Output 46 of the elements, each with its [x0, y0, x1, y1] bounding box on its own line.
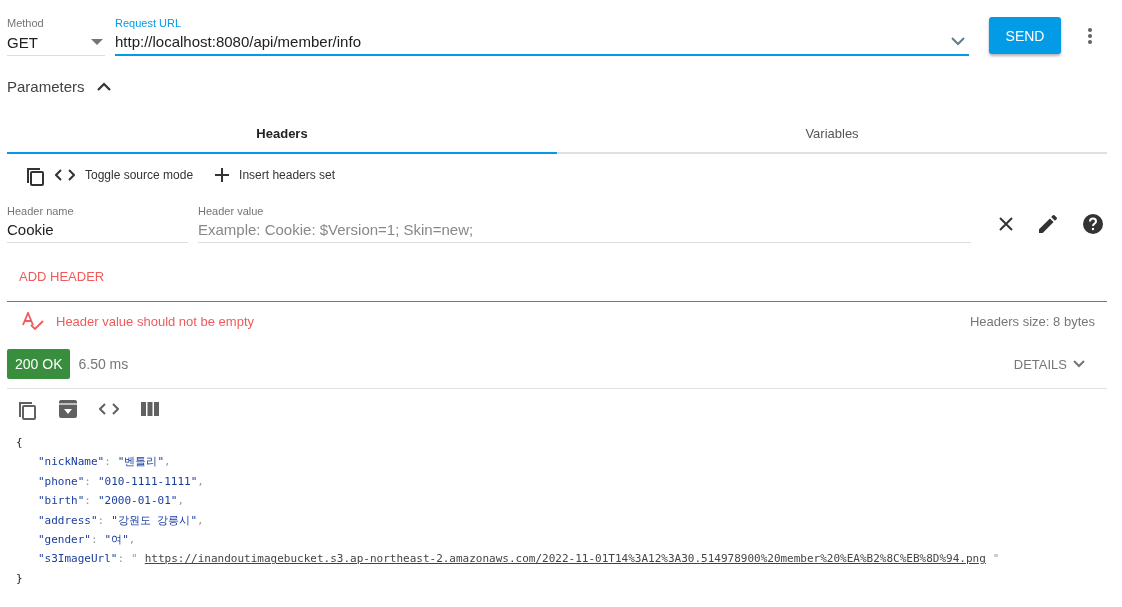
quote-mark: " — [131, 551, 138, 568]
json-key: "birth": — [38, 491, 91, 511]
toggle-source-mode-button[interactable]: Toggle source mode — [85, 168, 194, 182]
json-key: "gender": — [38, 530, 98, 550]
dropdown-caret-icon — [91, 39, 103, 45]
method-select[interactable]: GET — [7, 29, 105, 56]
json-key: "nickName": — [38, 452, 111, 472]
json-value: "2000-01-01", — [98, 493, 185, 510]
url-label: Request URL — [115, 17, 183, 29]
method-label: Method — [7, 17, 45, 29]
json-brace: } — [16, 570, 24, 587]
code-icon[interactable] — [99, 403, 119, 415]
headers-size: Headers size: 8 bytes — [970, 313, 1095, 329]
header-value-label: Header value — [198, 205, 265, 217]
chevron-down-icon — [1073, 360, 1085, 368]
json-key: "s3ImageUrl": — [38, 549, 125, 569]
plus-icon[interactable] — [215, 168, 230, 182]
json-value: "여", — [104, 532, 136, 549]
parameters-title: Parameters — [7, 77, 85, 95]
download-box-icon[interactable] — [59, 400, 77, 418]
quote-mark: " — [992, 551, 1000, 568]
json-key: "phone": — [38, 471, 91, 492]
json-value: "010-1111-1111", — [98, 473, 204, 490]
status-badge: 200 OK — [7, 349, 71, 379]
url-link[interactable]: https://inandoutimagebucket.s3.ap-northeast-2.amazonaws.com/2022-11-01T14%3A12%3A30.514978900%20member%20%EA%B2%8C%EB%8D%94.png — [144, 549, 986, 569]
tab[interactable]: Variables — [557, 116, 1107, 154]
tab[interactable]: Headers — [7, 116, 557, 154]
spellcheck-icon — [22, 312, 44, 330]
response-time: 6.50 ms — [78, 356, 129, 372]
url-field[interactable]: http://localhost:8080/api/member/info — [115, 29, 969, 56]
insert-headers-set-button[interactable]: Insert headers set — [239, 168, 336, 182]
json-brace: { — [16, 435, 24, 451]
chevron-down-icon[interactable] — [951, 37, 965, 46]
json-key: "address": — [38, 510, 105, 531]
json-value: "벤틀리", — [117, 454, 171, 471]
help-icon[interactable] — [1083, 214, 1103, 234]
columns-icon[interactable] — [141, 402, 159, 416]
close-icon[interactable] — [999, 217, 1013, 231]
more-menu-icon[interactable] — [1088, 28, 1092, 44]
json-value: "강원도 강릉시", — [111, 512, 204, 529]
error-message: Header value should not be empty — [56, 313, 254, 329]
code-icon[interactable] — [55, 169, 75, 181]
chevron-icon[interactable] — [96, 81, 111, 91]
pencil-icon[interactable] — [1039, 215, 1057, 233]
details-button[interactable]: DETAILS — [1007, 355, 1091, 373]
header-name-label: Header name — [7, 205, 75, 217]
